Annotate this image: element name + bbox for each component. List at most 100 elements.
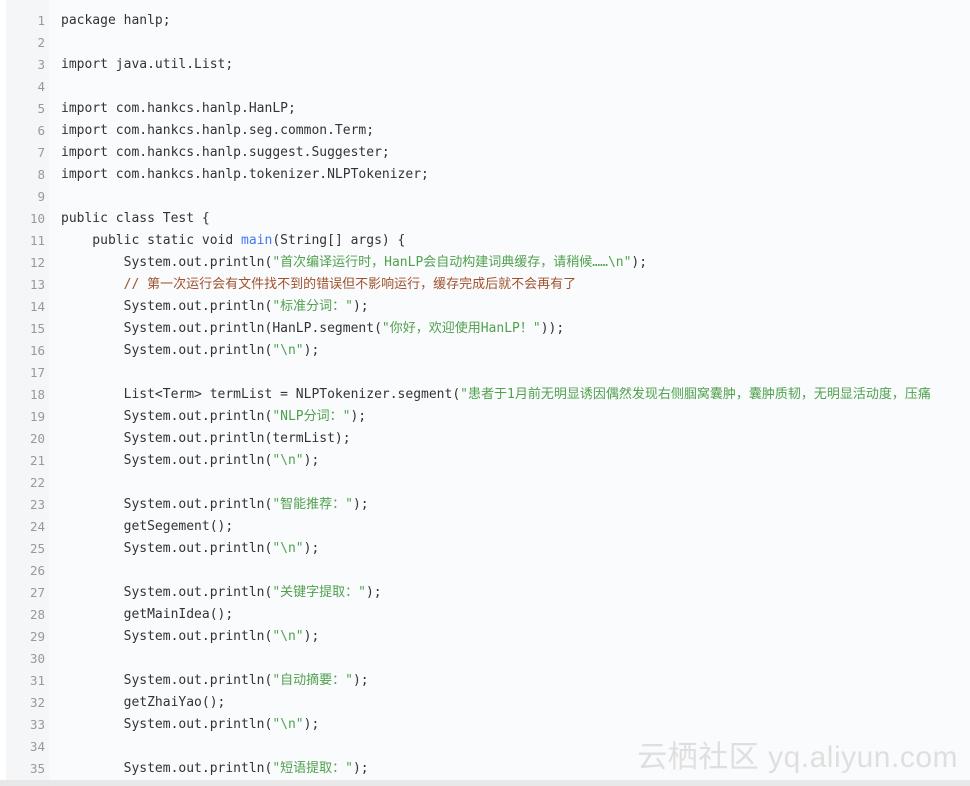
code-token: "\n" xyxy=(272,453,304,468)
line-source: System.out.println(termList); xyxy=(61,428,351,450)
code-token: System.out.println( xyxy=(61,761,273,776)
code-token: System.out.println( xyxy=(61,409,273,424)
code-line: 6 import com.hankcs.hanlp.seg.common.Term… xyxy=(6,120,970,142)
line-source: package hanlp; xyxy=(61,10,171,32)
line-number: 26 xyxy=(29,563,45,578)
line-number: 30 xyxy=(29,651,45,666)
code-token: System.out.println( xyxy=(61,343,273,358)
code-line: 12 System.out.println("首次编译运行时，HanLP会自动构… xyxy=(6,252,970,274)
line-number: 2 xyxy=(37,35,45,50)
code-token: "关键字提取：" xyxy=(272,585,366,600)
code-block: 1 package hanlp; 2 3 import java.util.List; 4… xyxy=(6,0,970,780)
code-line: 1 package hanlp; xyxy=(6,10,970,32)
line-number: 18 xyxy=(29,387,45,402)
line-number: 32 xyxy=(29,695,45,710)
code-token: "智能推荐：" xyxy=(272,497,353,512)
code-line: 20 System.out.println(termList); xyxy=(6,428,970,450)
code-token: "\n" xyxy=(272,541,304,556)
code-line: 22 xyxy=(6,472,970,494)
code-token: System.out.println( xyxy=(61,453,273,468)
code-token: "自动摘要：" xyxy=(272,673,353,688)
line-number: 4 xyxy=(37,79,45,94)
line-number: 21 xyxy=(29,453,45,468)
horizontal-scrollbar[interactable] xyxy=(0,780,970,786)
code-line: 15 System.out.println(HanLP.segment("你好，… xyxy=(6,318,970,340)
code-token: import com.hankcs.hanlp.HanLP; xyxy=(61,101,296,116)
watermark: 云栖社区 yq.aliyun.com xyxy=(637,741,958,774)
code-token: System.out.println( xyxy=(61,673,273,688)
code-line: 4 xyxy=(6,76,970,98)
line-number: 23 xyxy=(29,497,45,512)
code-token: "NLP分词：" xyxy=(272,409,351,424)
line-number: 25 xyxy=(29,541,45,556)
code-line: 31 System.out.println("自动摘要："); xyxy=(6,670,970,692)
code-token: ); xyxy=(303,629,320,644)
line-source: getZhaiYao(); xyxy=(61,692,226,714)
code-token: System.out.println( xyxy=(61,541,273,556)
code-token: "首次编译运行时，HanLP会自动构建词典缓存，请稍候……\n" xyxy=(272,255,632,270)
line-source: System.out.println("关键字提取："); xyxy=(61,582,382,604)
line-source: System.out.println("\n"); xyxy=(61,626,320,648)
code-token: System.out.println(termList); xyxy=(61,431,351,446)
code-token: getMainIdea(); xyxy=(61,607,234,622)
line-number: 28 xyxy=(29,607,45,622)
code-token: ); xyxy=(352,299,369,314)
line-source: System.out.println("\n"); xyxy=(61,714,320,736)
code-token: ); xyxy=(352,497,369,512)
line-source: System.out.println("首次编译运行时，HanLP会自动构建词典… xyxy=(61,252,647,274)
code-line: 3 import java.util.List; xyxy=(6,54,970,76)
line-source: System.out.println("智能推荐："); xyxy=(61,494,369,516)
code-line: 24 getSegement(); xyxy=(6,516,970,538)
code-token: System.out.println( xyxy=(61,299,273,314)
line-number: 1 xyxy=(37,13,45,28)
line-source: import com.hankcs.hanlp.tokenizer.NLPTok… xyxy=(61,164,429,186)
line-source: getSegement(); xyxy=(61,516,234,538)
line-number: 29 xyxy=(29,629,45,644)
code-token: ); xyxy=(303,541,320,556)
code-line: 32 getZhaiYao(); xyxy=(6,692,970,714)
code-token: // 第一次运行会有文件找不到的错误但不影响运行，缓存完成后就不会再有了 xyxy=(61,277,577,292)
line-number: 15 xyxy=(29,321,45,336)
code-line: 27 System.out.println("关键字提取："); xyxy=(6,582,970,604)
code-token: ); xyxy=(350,409,367,424)
code-line: 16 System.out.println("\n"); xyxy=(6,340,970,362)
code-line: 17 xyxy=(6,362,970,384)
code-token: (String[] args) { xyxy=(272,233,406,248)
line-number: 19 xyxy=(29,409,45,424)
code-token: import com.hankcs.hanlp.tokenizer.NLPTok… xyxy=(61,167,429,182)
code-line: 5 import com.hankcs.hanlp.HanLP; xyxy=(6,98,970,120)
line-number: 6 xyxy=(37,123,45,138)
line-source: List<Term> termList = NLPTokenizer.segme… xyxy=(61,384,931,406)
line-number: 20 xyxy=(29,431,45,446)
code-token: getSegement(); xyxy=(61,519,234,534)
line-source: System.out.println("\n"); xyxy=(61,538,320,560)
line-number: 31 xyxy=(29,673,45,688)
code-line: 18 List<Term> termList = NLPTokenizer.se… xyxy=(6,384,970,406)
line-source: import com.hankcs.hanlp.suggest.Suggeste… xyxy=(61,142,390,164)
line-number: 16 xyxy=(29,343,45,358)
code-token: System.out.println( xyxy=(61,497,273,512)
code-token: "\n" xyxy=(272,343,304,358)
code-line: 10 public class Test { xyxy=(6,208,970,230)
code-token: System.out.println( xyxy=(61,629,273,644)
code-token: public static void xyxy=(61,233,242,248)
code-token: import java.util.List; xyxy=(61,57,234,72)
code-token: import com.hankcs.hanlp.seg.common.Term; xyxy=(61,123,375,138)
line-source: System.out.println("\n"); xyxy=(61,340,320,362)
code-token: ); xyxy=(303,717,320,732)
code-line: 23 System.out.println("智能推荐："); xyxy=(6,494,970,516)
line-source: // 第一次运行会有文件找不到的错误但不影响运行，缓存完成后就不会再有了 xyxy=(61,274,576,296)
line-source: public class Test { xyxy=(61,208,210,230)
code-line: 19 System.out.println("NLP分词："); xyxy=(6,406,970,428)
line-number: 34 xyxy=(29,739,45,754)
line-source: System.out.println("短语提取："); xyxy=(61,758,369,780)
code-token: "短语提取：" xyxy=(272,761,353,776)
line-number: 27 xyxy=(29,585,45,600)
code-token: package hanlp; xyxy=(61,13,171,28)
code-line: 21 System.out.println("\n"); xyxy=(6,450,970,472)
code-line: 9 xyxy=(6,186,970,208)
code-line: 14 System.out.println("标准分词："); xyxy=(6,296,970,318)
line-source: System.out.println("\n"); xyxy=(61,450,320,472)
line-number: 13 xyxy=(29,277,45,292)
code-token: main xyxy=(241,233,273,248)
